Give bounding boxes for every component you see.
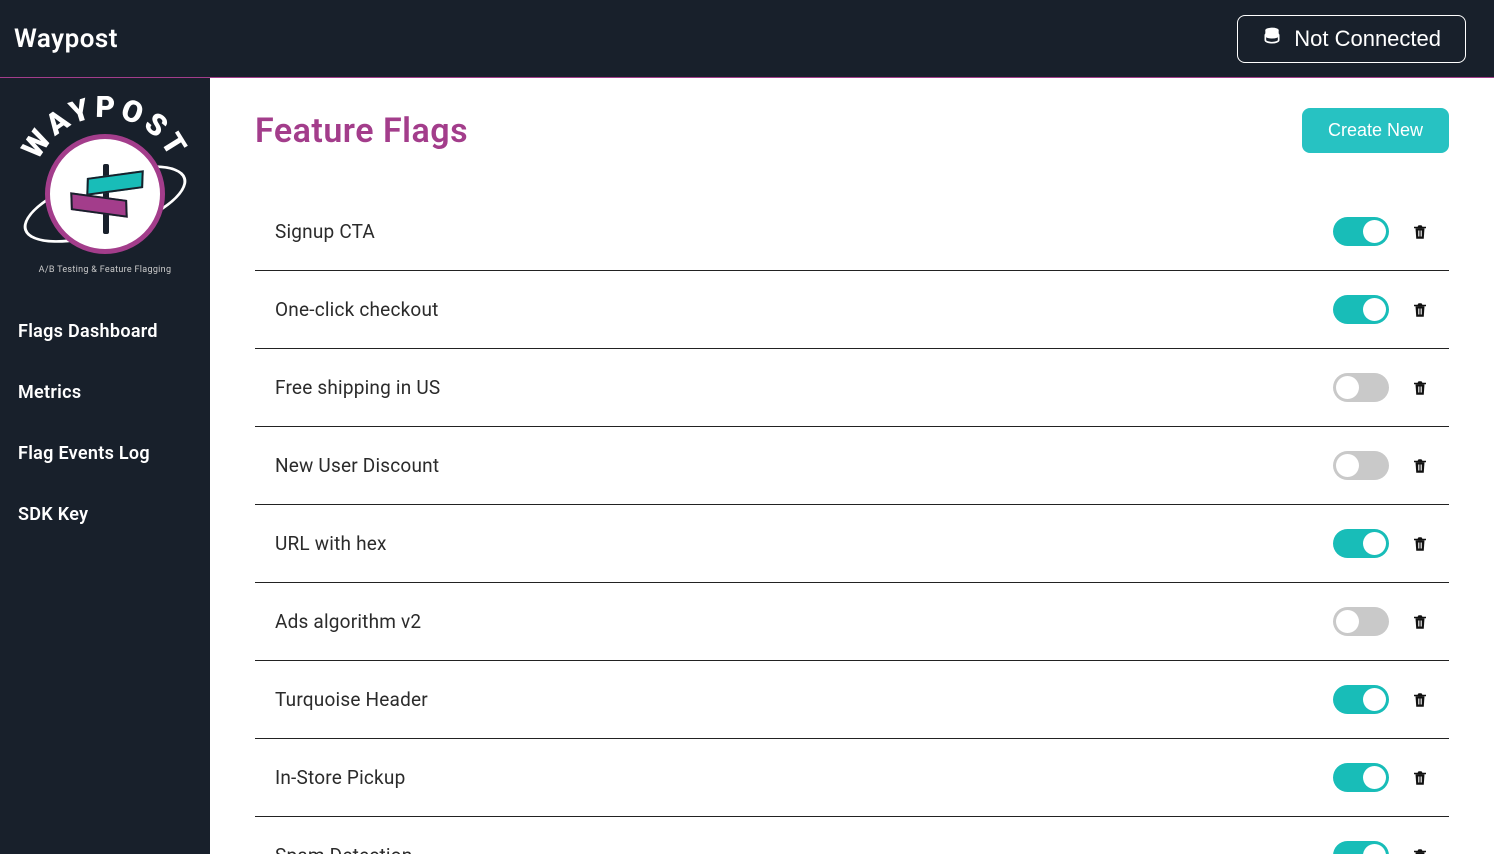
brand-title: Waypost <box>14 24 118 54</box>
logo-tagline: A/B Testing & Feature Flagging <box>39 265 172 275</box>
flag-row: Signup CTA <box>255 193 1449 271</box>
toggle-knob <box>1363 220 1386 243</box>
app-header: Waypost Not Connected <box>0 0 1494 78</box>
toggle-knob <box>1336 610 1359 633</box>
sidebar-nav: Flags Dashboard Metrics Flag Events Log … <box>0 301 210 545</box>
flag-row: Spam Detection <box>255 817 1449 854</box>
trash-icon[interactable] <box>1411 534 1429 554</box>
flag-controls <box>1333 373 1429 402</box>
flag-toggle[interactable] <box>1333 607 1389 636</box>
flag-name[interactable]: In-Store Pickup <box>275 766 405 789</box>
trash-icon[interactable] <box>1411 378 1429 398</box>
flag-controls <box>1333 529 1429 558</box>
sidebar-item-metrics[interactable]: Metrics <box>0 362 210 423</box>
flag-name[interactable]: Ads algorithm v2 <box>275 610 421 633</box>
flag-controls <box>1333 295 1429 324</box>
page-header: Feature Flags Create New <box>255 108 1449 153</box>
flag-toggle[interactable] <box>1333 217 1389 246</box>
database-icon <box>1262 26 1282 52</box>
flag-name[interactable]: Turquoise Header <box>275 688 428 711</box>
flag-row: In-Store Pickup <box>255 739 1449 817</box>
flag-name[interactable]: Spam Detection <box>275 844 412 854</box>
trash-icon[interactable] <box>1411 612 1429 632</box>
flag-controls <box>1333 451 1429 480</box>
trash-icon[interactable] <box>1411 846 1429 854</box>
flag-controls <box>1333 841 1429 854</box>
flag-row: One-click checkout <box>255 271 1449 349</box>
toggle-knob <box>1363 688 1386 711</box>
flag-toggle[interactable] <box>1333 451 1389 480</box>
flag-controls <box>1333 607 1429 636</box>
trash-icon[interactable] <box>1411 456 1429 476</box>
app-body: WAYPOST A/B Testing & Feature Flagging F… <box>0 78 1494 854</box>
trash-icon[interactable] <box>1411 690 1429 710</box>
flag-name[interactable]: One-click checkout <box>275 298 439 321</box>
flag-toggle[interactable] <box>1333 685 1389 714</box>
flag-row: URL with hex <box>255 505 1449 583</box>
page-title: Feature Flags <box>255 111 468 151</box>
flag-toggle[interactable] <box>1333 841 1389 854</box>
flag-row: New User Discount <box>255 427 1449 505</box>
flag-row: Ads algorithm v2 <box>255 583 1449 661</box>
sidebar-item-flag-events-log[interactable]: Flag Events Log <box>0 423 210 484</box>
trash-icon[interactable] <box>1411 222 1429 242</box>
flag-toggle[interactable] <box>1333 529 1389 558</box>
toggle-knob <box>1363 298 1386 321</box>
trash-icon[interactable] <box>1411 768 1429 788</box>
connection-status-button[interactable]: Not Connected <box>1237 15 1466 63</box>
flag-row: Turquoise Header <box>255 661 1449 739</box>
flag-name[interactable]: New User Discount <box>275 454 439 477</box>
toggle-knob <box>1336 376 1359 399</box>
flag-toggle[interactable] <box>1333 373 1389 402</box>
toggle-knob <box>1363 844 1386 854</box>
connection-status-label: Not Connected <box>1294 26 1441 52</box>
flag-name[interactable]: Signup CTA <box>275 220 375 243</box>
toggle-knob <box>1363 766 1386 789</box>
flag-name[interactable]: Free shipping in US <box>275 376 440 399</box>
toggle-knob <box>1336 454 1359 477</box>
flag-row: Free shipping in US <box>255 349 1449 427</box>
main-content: Feature Flags Create New Signup CTA One-c… <box>210 78 1494 854</box>
flag-controls <box>1333 217 1429 246</box>
create-new-button[interactable]: Create New <box>1302 108 1449 153</box>
sidebar-item-sdk-key[interactable]: SDK Key <box>0 484 210 545</box>
flag-toggle[interactable] <box>1333 763 1389 792</box>
sidebar-item-flags-dashboard[interactable]: Flags Dashboard <box>0 301 210 362</box>
trash-icon[interactable] <box>1411 300 1429 320</box>
toggle-knob <box>1363 532 1386 555</box>
flag-controls <box>1333 685 1429 714</box>
flag-name[interactable]: URL with hex <box>275 532 387 555</box>
sidebar: WAYPOST A/B Testing & Feature Flagging F… <box>0 78 210 854</box>
flag-list: Signup CTA One-click checkout Free shippin… <box>255 193 1449 854</box>
logo: WAYPOST A/B Testing & Feature Flagging <box>10 86 200 281</box>
logo-circle <box>45 134 165 254</box>
flag-toggle[interactable] <box>1333 295 1389 324</box>
flag-controls <box>1333 763 1429 792</box>
